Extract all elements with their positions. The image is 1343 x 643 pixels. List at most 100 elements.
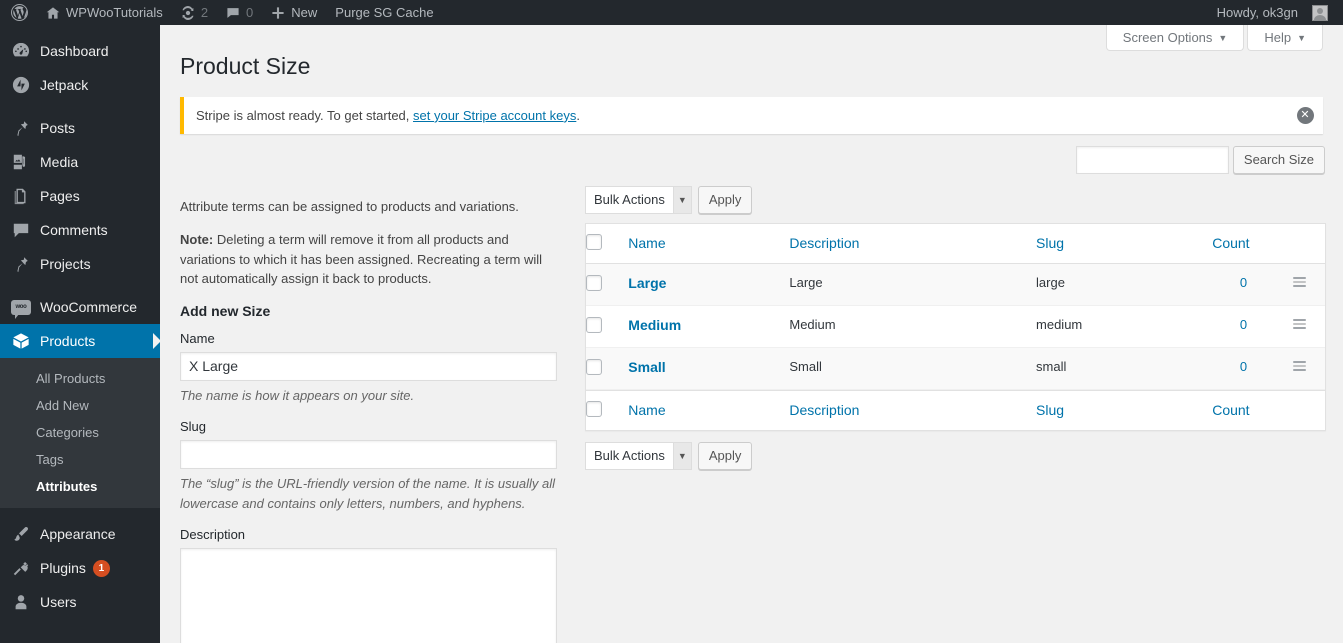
submenu-item-add-new[interactable]: Add New (0, 392, 160, 419)
select-all-header-top[interactable] (586, 224, 629, 264)
checkbox-icon[interactable] (586, 316, 602, 333)
sidebar-item-appearance[interactable]: Appearance (0, 517, 160, 551)
column-footer-description[interactable]: Description (789, 389, 1037, 430)
term-count-link[interactable]: 0 (1240, 275, 1247, 290)
slug-field-group: Slug The “slug” is the URL-friendly vers… (180, 419, 557, 513)
screen-options-button[interactable]: Screen Options ▼ (1105, 25, 1245, 51)
drag-handle-icon[interactable] (1293, 276, 1307, 287)
submenu-item-all-products[interactable]: All Products (0, 365, 160, 392)
row-handle-cell[interactable] (1284, 306, 1325, 348)
name-help-text: The name is how it appears on your site. (180, 387, 415, 403)
drag-handle-icon[interactable] (1293, 360, 1307, 371)
row-checkbox-cell[interactable] (586, 348, 629, 390)
caret-down-icon: ▼ (672, 442, 691, 469)
submenu-item-categories[interactable]: Categories (0, 419, 160, 446)
checkbox-icon[interactable] (586, 400, 602, 417)
term-count-link[interactable]: 0 (1240, 317, 1247, 332)
howdy-label: Howdy, ok3gn (1216, 5, 1298, 20)
column-header-count[interactable]: Count (1212, 224, 1285, 264)
terms-table-head: Name Description Slug Count (586, 224, 1325, 264)
column-header-slug[interactable]: Slug (1036, 224, 1213, 264)
row-count-cell: 0 (1212, 348, 1285, 390)
checkbox-icon[interactable] (586, 274, 602, 291)
row-checkbox-cell[interactable] (586, 306, 629, 348)
products-box-icon (11, 331, 31, 351)
sidebar-item-plugins[interactable]: Plugins 1 (0, 551, 160, 585)
site-name-menu[interactable]: WPWooTutorials (37, 0, 172, 25)
term-name-link[interactable]: Large (628, 275, 666, 291)
sidebar-item-comments[interactable]: Comments (0, 213, 160, 247)
checkbox-icon[interactable] (586, 233, 602, 250)
search-submit-button[interactable]: Search Size (1232, 145, 1325, 174)
notice-dismiss-button[interactable]: ✕ (1295, 105, 1315, 125)
description-textarea[interactable] (180, 548, 557, 643)
help-button[interactable]: Help ▼ (1247, 25, 1323, 51)
term-count-link[interactable]: 0 (1240, 359, 1247, 374)
wordpress-logo-icon[interactable] (0, 0, 37, 25)
sidebar-item-media[interactable]: Media (0, 145, 160, 179)
drag-handle-icon[interactable] (1293, 318, 1307, 329)
notice-text-after: . (576, 107, 580, 123)
updates-count: 2 (200, 5, 209, 20)
sidebar-item-posts[interactable]: Posts (0, 111, 160, 145)
sidebar-item-jetpack[interactable]: Jetpack (0, 68, 160, 102)
name-input[interactable] (180, 351, 557, 381)
term-name-link[interactable]: Medium (628, 317, 681, 333)
column-footer-count[interactable]: Count (1212, 389, 1285, 430)
admin-bar: WPWooTutorials 2 0 New Purge SG Cache Ho… (0, 0, 1343, 25)
column-footer-name[interactable]: Name (628, 389, 790, 430)
table-row: Small Small small 0 (586, 347, 1325, 390)
dashboard-icon (11, 41, 31, 61)
tablenav-top: Bulk Actions ▼ Apply (585, 185, 1326, 215)
sidebar-item-products[interactable]: Products (0, 324, 160, 358)
column-footer-slug[interactable]: Slug (1036, 389, 1213, 430)
apply-button-bottom[interactable]: Apply (697, 441, 753, 470)
table-header-row: Name Description Slug Count (586, 224, 1325, 264)
attribute-intro-text: Attribute terms can be assigned to produ… (180, 198, 519, 214)
user-icon (11, 592, 31, 612)
slug-label: Slug (180, 419, 207, 435)
comments-menu[interactable]: 0 (217, 0, 262, 25)
select-all-header-bottom[interactable] (586, 389, 629, 430)
term-name-link[interactable]: Small (628, 359, 665, 375)
column-header-description[interactable]: Description (789, 224, 1037, 264)
screen-meta-links: Screen Options ▼ Help ▼ (1103, 25, 1323, 51)
sidebar-item-label: Media (40, 154, 79, 170)
new-content-menu[interactable]: New (262, 0, 326, 25)
howdy-menu[interactable]: Howdy, ok3gn (1208, 0, 1337, 25)
user-avatar-icon (1312, 4, 1328, 21)
sidebar-item-users[interactable]: Users (0, 585, 160, 619)
slug-help-text: The “slug” is the URL-friendly version o… (180, 476, 555, 511)
stripe-notice: Stripe is almost ready. To get started, … (180, 96, 1323, 134)
purge-cache-label: Purge SG Cache (335, 5, 434, 20)
slug-input[interactable] (180, 440, 557, 470)
sidebar-item-dashboard[interactable]: Dashboard (0, 34, 160, 68)
row-name-cell: Small (628, 348, 790, 390)
bulk-actions-select-bottom[interactable]: Bulk Actions ▼ (585, 441, 692, 470)
search-input[interactable] (1075, 145, 1229, 174)
pages-icon (11, 186, 31, 206)
apply-button-top[interactable]: Apply (697, 185, 753, 214)
row-checkbox-cell[interactable] (586, 264, 629, 306)
sidebar-item-pages[interactable]: Pages (0, 179, 160, 213)
stripe-account-keys-link[interactable]: set your Stripe account keys (413, 108, 576, 123)
sidebar-item-woocommerce[interactable]: woo WooCommerce (0, 290, 160, 324)
submenu-item-tags[interactable]: Tags (0, 446, 160, 473)
purge-cache-menu[interactable]: Purge SG Cache (326, 0, 442, 25)
row-handle-cell[interactable] (1284, 348, 1325, 390)
caret-down-icon: ▼ (1218, 32, 1228, 43)
bulk-actions-select-top[interactable]: Bulk Actions ▼ (585, 185, 692, 214)
pin-icon (11, 254, 31, 274)
updates-icon (181, 5, 195, 20)
pin-icon (11, 118, 31, 138)
row-handle-cell[interactable] (1284, 264, 1325, 306)
updates-menu[interactable]: 2 (172, 0, 217, 25)
checkbox-icon[interactable] (586, 358, 602, 375)
screen-options-label: Screen Options (1122, 30, 1213, 45)
column-footer-handle (1284, 389, 1325, 430)
attribute-note-text: Note: Deleting a term will remove it fro… (180, 230, 557, 289)
submenu-item-attributes[interactable]: Attributes (0, 473, 160, 500)
sidebar-item-label: Appearance (40, 526, 116, 542)
column-header-name[interactable]: Name (628, 224, 790, 264)
sidebar-item-projects[interactable]: Projects (0, 247, 160, 281)
